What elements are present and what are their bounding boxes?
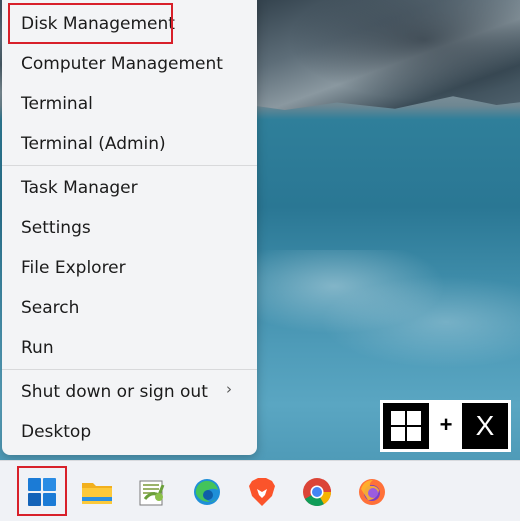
menu-item-search[interactable]: Search xyxy=(21,294,79,322)
x-key: X xyxy=(462,403,508,449)
windows-start-icon[interactable] xyxy=(25,475,59,509)
shortcut-hint: + X xyxy=(380,400,511,452)
wallpaper-water xyxy=(250,250,520,370)
wallpaper-cliff xyxy=(250,0,520,110)
menu-item-desktop[interactable]: Desktop xyxy=(21,418,91,446)
brave-icon[interactable] xyxy=(245,475,279,509)
taskbar xyxy=(0,460,520,521)
notepad-plus-plus-icon[interactable] xyxy=(135,475,169,509)
menu-item-file-explorer[interactable]: File Explorer xyxy=(21,254,126,282)
menu-separator xyxy=(2,165,257,166)
highlight-box xyxy=(8,3,173,44)
edge-icon[interactable] xyxy=(190,475,224,509)
plus-sign: + xyxy=(439,412,453,437)
menu-item-task-manager[interactable]: Task Manager xyxy=(21,174,138,202)
file-explorer-icon[interactable] xyxy=(80,475,114,509)
chrome-icon[interactable] xyxy=(300,475,334,509)
menu-item-settings[interactable]: Settings xyxy=(21,214,91,242)
quick-link-menu: Disk Management Computer Management Term… xyxy=(2,0,257,455)
windows-logo-icon xyxy=(391,411,421,441)
menu-item-shut-down[interactable]: Shut down or sign out xyxy=(21,378,208,406)
menu-item-terminal-admin[interactable]: Terminal (Admin) xyxy=(21,130,166,158)
menu-item-computer-management[interactable]: Computer Management xyxy=(21,50,223,78)
menu-item-run[interactable]: Run xyxy=(21,334,54,362)
menu-item-terminal[interactable]: Terminal xyxy=(21,90,93,118)
menu-separator xyxy=(2,369,257,370)
chevron-right-icon: › xyxy=(226,380,232,398)
windows-key xyxy=(383,403,429,449)
firefox-icon[interactable] xyxy=(355,475,389,509)
